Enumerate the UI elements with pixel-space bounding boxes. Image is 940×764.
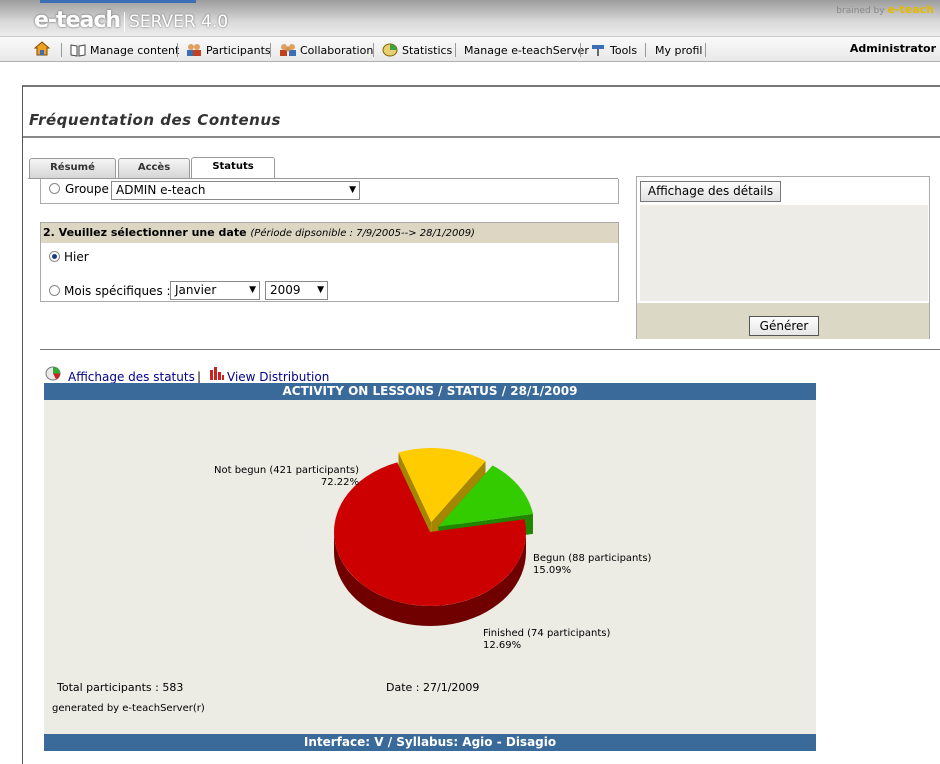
app-logo[interactable]: e-teach SERVER 4.0	[34, 8, 229, 33]
brained-by-brand: e-teach	[887, 3, 934, 16]
slice-label-not-begun: Not begun (421 participants) 72.22%	[214, 465, 359, 489]
book-icon	[70, 43, 86, 57]
menu-separator	[61, 43, 62, 57]
generate-strip: Générer	[637, 303, 929, 339]
view-distribution-link[interactable]: View Distribution	[227, 370, 329, 384]
home-button[interactable]	[33, 41, 51, 59]
menu-separator	[705, 43, 706, 57]
status-chart: ACTIVITY ON LESSONS / STATUS / 28/1/2009…	[44, 383, 816, 751]
group-label: Groupe :	[65, 182, 117, 196]
menu-tools[interactable]: Tools	[590, 41, 637, 59]
header-accent-line	[40, 0, 196, 3]
year-select-value: 2009	[270, 283, 301, 297]
bar-chart-icon	[209, 367, 225, 383]
menu-label: Manage content	[90, 43, 180, 57]
top-bar: e-teach SERVER 4.0 brained by e-teach	[0, 0, 940, 36]
slice-2-percent: 12.69%	[483, 640, 522, 651]
menu-label: My profil	[655, 43, 703, 57]
show-details-button[interactable]: Affichage des détails	[640, 181, 781, 202]
people-icon	[186, 43, 202, 57]
menu-label: Statistics	[402, 43, 453, 57]
slice-1-percent: 15.09%	[533, 565, 572, 576]
menu-label: Manage e-teachServer	[464, 43, 589, 57]
slice-0-percent: 72.22%	[320, 477, 359, 488]
tab-statuts[interactable]: Statuts	[191, 157, 275, 179]
date-period: (Période dipsonible : 7/9/2005--> 28/1/2…	[250, 228, 475, 239]
group-selection: Groupe : ADMIN e-teach ▼	[40, 179, 619, 204]
months-label: Mois spécifiques :	[64, 284, 171, 298]
section-divider	[40, 349, 940, 350]
menu-separator	[270, 43, 271, 57]
menu-label: Collaboration	[300, 43, 374, 57]
generated-by: generated by e-teachServer(r)	[52, 703, 205, 714]
menu-label: Participants	[206, 43, 271, 57]
chart-icon	[382, 43, 398, 57]
yesterday-label: Hier	[64, 250, 89, 264]
date-heading: 2. Veuillez sélectionner une date	[43, 226, 247, 239]
date-selection: 2. Veuillez sélectionner une date (Pério…	[40, 222, 619, 302]
group-select-value: ADMIN e-teach	[116, 183, 206, 197]
yesterday-radio[interactable]	[49, 251, 60, 262]
slice-0-label: Not begun (421 participants)	[214, 465, 359, 476]
menu-separator	[177, 43, 178, 57]
slice-label-begun: Begun (88 participants) 15.09%	[533, 553, 651, 577]
menu-participants[interactable]: Participants	[186, 41, 271, 59]
menu-label: Tools	[610, 43, 638, 57]
tab-resume[interactable]: Résumé	[29, 158, 116, 178]
group-select[interactable]: ADMIN e-teach ▼	[111, 181, 360, 200]
month-select-value: Janvier	[175, 283, 217, 297]
slice-label-finished: Finished (74 participants) 12.69%	[483, 628, 610, 652]
tab-acces[interactable]: Accès	[118, 158, 190, 178]
chevron-down-icon: ▼	[317, 285, 324, 295]
month-select[interactable]: Janvier ▼	[170, 281, 260, 300]
brained-by-text: brained by	[836, 6, 885, 16]
chart-footer: Interface: V / Syllabus: Agio - Disagio	[44, 734, 816, 751]
link-separator: |	[197, 370, 202, 384]
menu-separator	[580, 43, 581, 57]
logo-brand: e-teach	[34, 8, 121, 33]
menu-separator	[455, 43, 456, 57]
page-title: Fréquentation des Contenus	[29, 111, 281, 129]
chevron-down-icon: ▼	[349, 185, 356, 195]
logo-server: SERVER 4.0	[124, 12, 229, 32]
pie-chart-icon	[45, 366, 61, 384]
main-menu: Manage content Participants Collaboratio…	[0, 36, 940, 62]
chart-title: ACTIVITY ON LESSONS / STATUS / 28/1/2009	[44, 383, 816, 400]
menu-manage-server[interactable]: Manage e-teachServer	[464, 41, 589, 59]
brained-by-credit: brained by e-teach	[836, 3, 934, 16]
year-select[interactable]: 2009 ▼	[265, 281, 328, 300]
details-panel: Affichage des détails Générer	[636, 176, 930, 339]
slice-1-label: Begun (88 participants)	[533, 553, 652, 564]
total-participants: Total participants : 583	[57, 681, 184, 694]
details-area	[640, 205, 928, 301]
menu-manage-content[interactable]: Manage content	[70, 41, 179, 59]
date-section-header: 2. Veuillez sélectionner une date (Pério…	[41, 223, 618, 243]
group-icon	[280, 43, 296, 57]
menu-separator	[645, 43, 646, 57]
menu-separator	[373, 43, 374, 57]
group-radio[interactable]	[49, 183, 60, 194]
tools-icon	[590, 43, 606, 57]
generate-button[interactable]: Générer	[749, 316, 819, 336]
chevron-down-icon: ▼	[249, 285, 256, 295]
show-statuses-link[interactable]: Affichage des statuts	[68, 370, 195, 384]
menu-collaboration[interactable]: Collaboration	[280, 41, 373, 59]
menu-my-profil[interactable]: My profil	[655, 41, 702, 59]
months-radio[interactable]	[49, 285, 60, 296]
menu-statistics[interactable]: Statistics	[382, 41, 452, 59]
title-divider	[23, 136, 940, 138]
chart-date: Date : 27/1/2009	[386, 681, 480, 694]
home-icon	[33, 41, 51, 59]
content-frame: Fréquentation des Contenus Résumé Accès …	[22, 85, 940, 764]
current-user[interactable]: Administrator	[850, 42, 936, 55]
slice-2-label: Finished (74 participants)	[483, 628, 611, 639]
